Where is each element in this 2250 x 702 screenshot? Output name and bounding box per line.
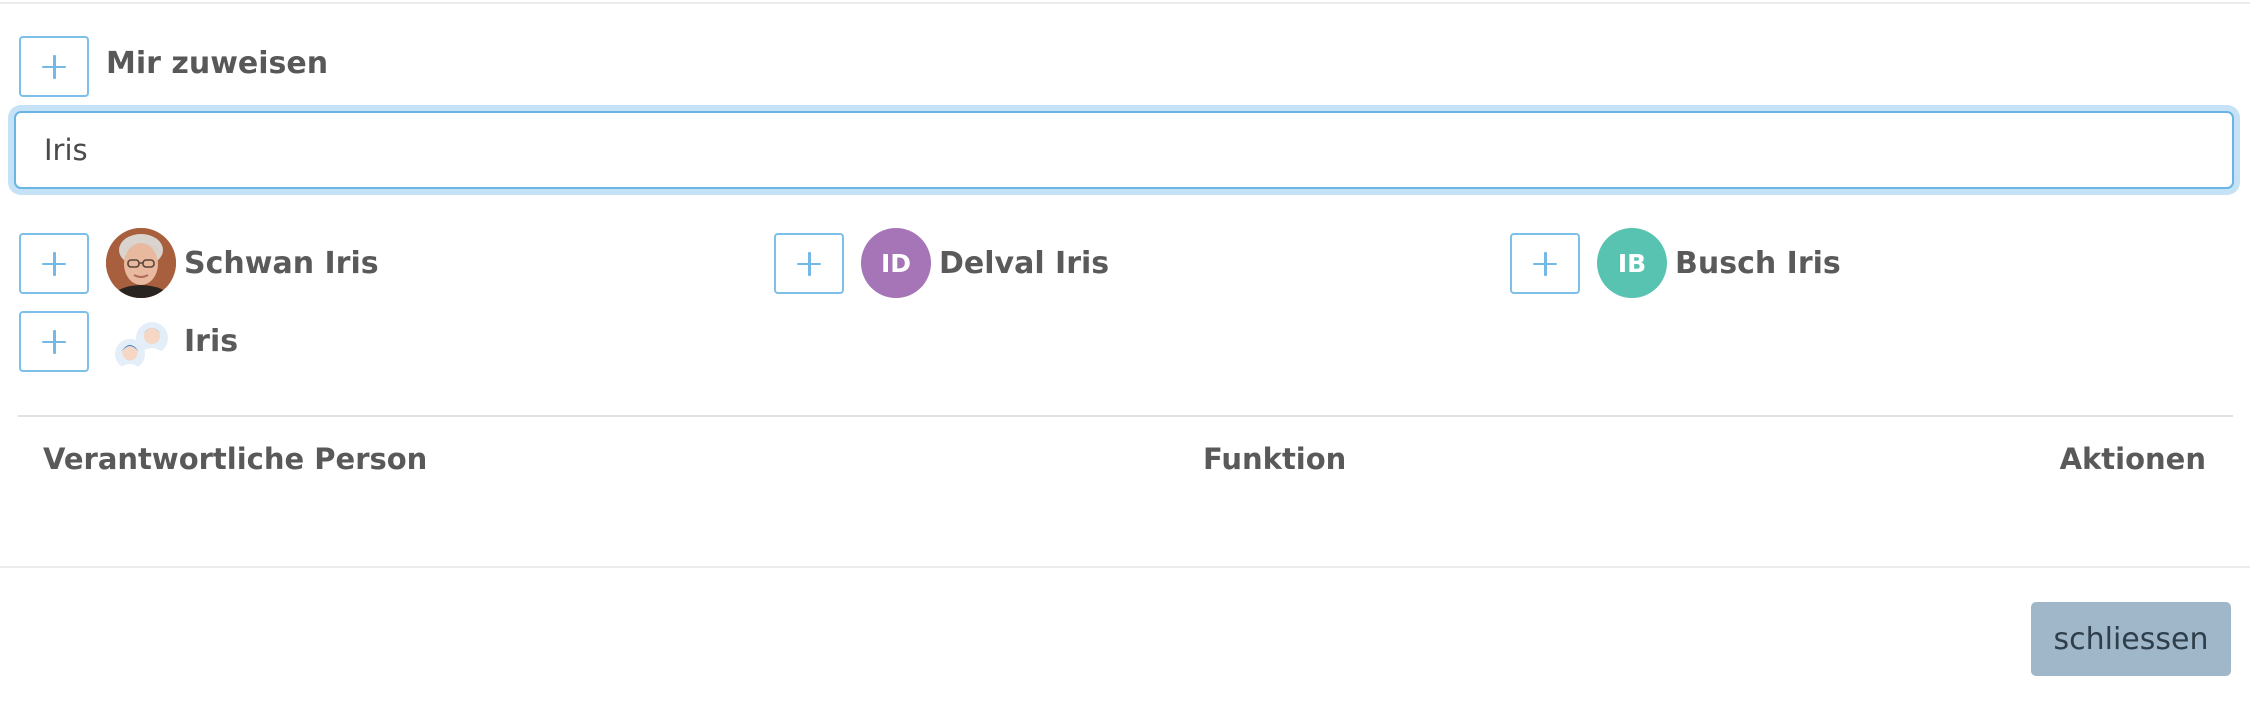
close-button[interactable]: schliessen — [2031, 602, 2231, 676]
avatar-initials: ID — [861, 228, 931, 298]
column-header-actions: Aktionen — [2059, 442, 2206, 476]
avatar-group — [106, 306, 176, 376]
column-header-function: Funktion — [1203, 442, 1347, 476]
group-icon — [115, 322, 168, 369]
avatar-initials: IB — [1597, 228, 1667, 298]
search-input[interactable] — [16, 113, 2232, 187]
search-field[interactable] — [14, 111, 2234, 189]
plus-icon — [42, 54, 66, 79]
add-person-button[interactable] — [1510, 233, 1580, 294]
add-person-button[interactable] — [19, 311, 89, 372]
plus-icon — [797, 251, 821, 276]
person-name: Iris — [184, 324, 239, 359]
column-header-person: Verantwortliche Person — [43, 442, 428, 476]
person-name: Schwan Iris — [184, 246, 379, 281]
avatar-photo — [106, 228, 176, 298]
assign-me-label: Mir zuweisen — [106, 46, 329, 81]
plus-icon — [1533, 251, 1557, 276]
assign-me-button[interactable] — [19, 36, 89, 97]
person-name: Delval Iris — [939, 246, 1110, 281]
add-person-button[interactable] — [19, 233, 89, 294]
list-divider — [18, 415, 2233, 417]
add-person-button[interactable] — [774, 233, 844, 294]
plus-icon — [42, 329, 66, 354]
avatar-initials-text: IB — [1617, 248, 1647, 278]
person-name: Busch Iris — [1675, 246, 1841, 281]
footer-divider — [0, 566, 2250, 568]
avatar-initials-text: ID — [880, 248, 912, 278]
top-divider — [0, 2, 2250, 4]
person-photo-icon — [106, 228, 176, 298]
plus-icon — [42, 251, 66, 276]
